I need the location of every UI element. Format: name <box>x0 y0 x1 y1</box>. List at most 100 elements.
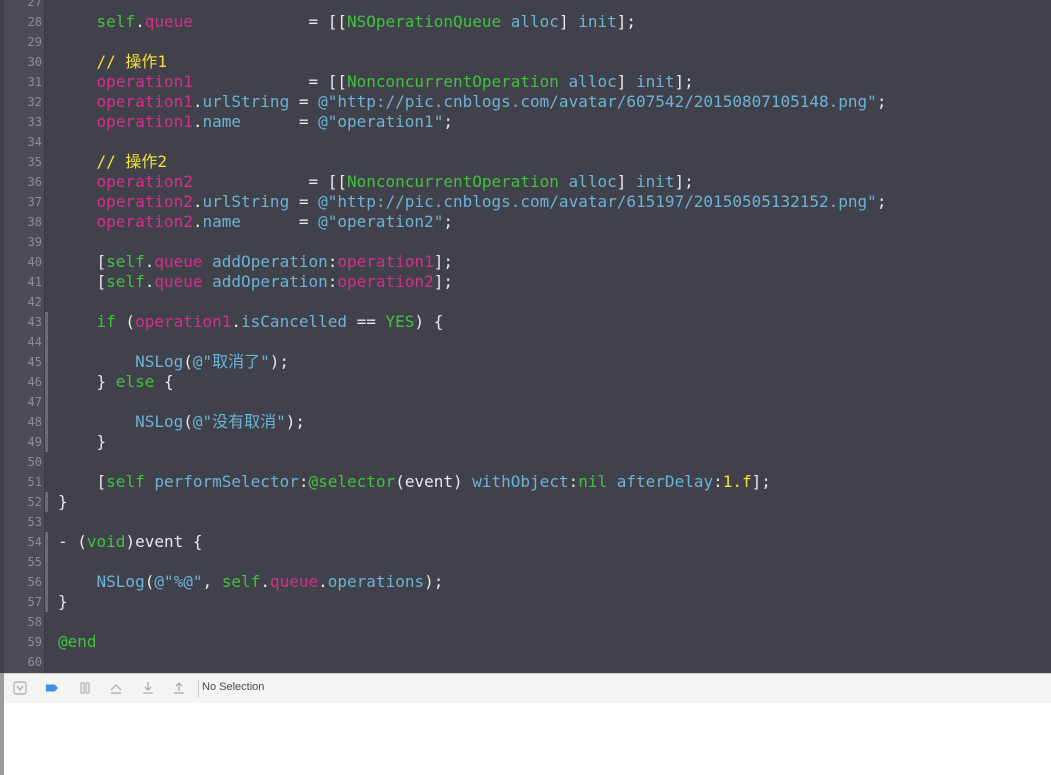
fold-ribbon-marker[interactable] <box>45 432 48 452</box>
code-line[interactable]: 48 NSLog(@"没有取消"); <box>4 412 1051 432</box>
code-line[interactable]: 46 } else { <box>4 372 1051 392</box>
fold-ribbon-marker[interactable] <box>45 352 48 372</box>
code-line[interactable]: 41 [self.queue addOperation:operation2]; <box>4 272 1051 292</box>
code-token: . <box>192 92 203 111</box>
code-line[interactable]: 27 <box>4 0 1051 12</box>
code-text: [self performSelector: @selector(event) w… <box>58 472 771 492</box>
code-text: // 操作2 <box>58 152 168 172</box>
code-token: operation1 <box>135 312 232 331</box>
code-line[interactable]: 58 <box>4 612 1051 632</box>
line-number: 35 <box>27 155 42 169</box>
code-text: NSLog(@"取消了"); <box>58 352 289 372</box>
fold-ribbon-marker[interactable] <box>45 332 48 352</box>
fold-ribbon-marker[interactable] <box>45 572 48 592</box>
code-text: @end <box>58 632 97 652</box>
code-line[interactable]: 52} <box>4 492 1051 512</box>
code-line[interactable]: 51 [self performSelector: @selector(event… <box>4 472 1051 492</box>
line-number: 41 <box>27 275 42 289</box>
selection-status-label: No Selection <box>202 681 265 693</box>
code-token: NSOperationQueue <box>347 12 502 31</box>
code-text: operation1 = [[NonconcurrentOperation al… <box>58 72 694 92</box>
code-token: : <box>568 472 579 491</box>
code-token: isCancelled <box>241 312 347 331</box>
code-token: else <box>115 372 155 391</box>
code-line[interactable]: 36 operation2 = [[NonconcurrentOperation… <box>4 172 1051 192</box>
code-token: NonconcurrentOperation <box>346 172 559 191</box>
code-line[interactable]: 45 NSLog(@"取消了"); <box>4 352 1051 372</box>
code-line[interactable]: 37 operation2.urlString = @"http://pic.c… <box>4 192 1051 212</box>
code-token: operation2 <box>96 192 193 211</box>
fold-ribbon-marker[interactable] <box>45 312 48 332</box>
line-number: 33 <box>27 115 42 129</box>
code-token: = <box>241 112 319 131</box>
line-number: 48 <box>27 415 42 429</box>
code-line[interactable]: 33 operation1.name = @"operation1"; <box>4 112 1051 132</box>
code-token: . <box>135 12 145 31</box>
code-line[interactable]: 32 operation1.urlString = @"http://pic.c… <box>4 92 1051 112</box>
code-line[interactable]: 40 [self.queue addOperation:operation1]; <box>4 252 1051 272</box>
code-token: self <box>96 12 136 31</box>
code-line[interactable]: 43 if (operation1.isCancelled == YES) { <box>4 312 1051 332</box>
code-line[interactable]: 55 <box>4 552 1051 572</box>
code-line[interactable]: 42 <box>4 292 1051 312</box>
code-line[interactable]: 57} <box>4 592 1051 612</box>
code-text: operation1.urlString = @"http://pic.cnbl… <box>58 92 887 112</box>
code-token: operation1 <box>337 252 434 271</box>
code-line[interactable]: 29 <box>4 32 1051 52</box>
fold-ribbon-marker[interactable] <box>45 552 48 572</box>
code-text: if (operation1.isCancelled == YES) { <box>58 312 444 332</box>
code-line[interactable]: 44 <box>4 332 1051 352</box>
code-line[interactable]: 31 operation1 = [[NonconcurrentOperation… <box>4 72 1051 92</box>
code-token: ; <box>443 112 453 131</box>
fold-ribbon-marker[interactable] <box>45 392 48 412</box>
fold-ribbon-marker[interactable] <box>45 492 48 512</box>
code-token: : <box>713 472 723 491</box>
code-line[interactable]: 54 - (void)event { <box>4 532 1051 552</box>
code-token: } <box>58 492 68 511</box>
code-line[interactable]: 34 <box>4 132 1051 152</box>
code-line[interactable]: 30 // 操作1 <box>4 52 1051 72</box>
line-number: 36 <box>27 175 42 189</box>
code-line[interactable]: 38 operation2.name = @"operation2"; <box>4 212 1051 232</box>
code-line[interactable]: 56 NSLog(@"%@", self.queue.operations); <box>4 572 1051 592</box>
code-token: ( <box>115 312 136 331</box>
code-token: alloc <box>568 72 617 91</box>
code-line[interactable]: 60 <box>4 652 1051 672</box>
line-number: 32 <box>27 95 42 109</box>
pause-icon[interactable] <box>78 681 92 695</box>
code-token: self <box>221 572 261 591</box>
hide-console-icon[interactable] <box>13 681 27 695</box>
code-line[interactable]: 35 // 操作2 <box>4 152 1051 172</box>
code-line[interactable]: 53 <box>4 512 1051 532</box>
code-token: ); <box>424 572 444 591</box>
code-editor[interactable]: 27 28 self.queue = [[NSOperationQueue all… <box>0 0 1051 673</box>
code-token: = <box>241 212 319 231</box>
breakpoints-icon[interactable] <box>45 681 59 695</box>
line-number: 52 <box>27 495 42 509</box>
code-text: self.queue = [[NSOperationQueue alloc] i… <box>58 12 636 32</box>
code-token: ]; <box>674 172 694 191</box>
code-token: @end <box>58 632 97 651</box>
code-line[interactable]: 47 <box>4 392 1051 412</box>
step-over-icon[interactable] <box>109 681 123 695</box>
step-out-icon[interactable] <box>172 681 186 695</box>
fold-ribbon-marker[interactable] <box>45 372 48 392</box>
code-line[interactable]: 59 @end <box>4 632 1051 652</box>
code-line[interactable]: 28 self.queue = [[NSOperationQueue alloc… <box>4 12 1051 32</box>
step-into-icon[interactable] <box>141 681 155 695</box>
toolbar-separator <box>198 680 199 697</box>
code-line[interactable]: 49 } <box>4 432 1051 452</box>
code-token: queue <box>144 12 193 31</box>
code-line[interactable]: 39 <box>4 232 1051 252</box>
fold-ribbon-marker[interactable] <box>45 592 48 612</box>
code-token: NSLog <box>96 572 145 591</box>
fold-ribbon-marker[interactable] <box>45 532 48 552</box>
fold-ribbon-marker[interactable] <box>45 412 48 432</box>
code-line[interactable]: 50 <box>4 452 1051 472</box>
debug-console-area[interactable] <box>4 703 1051 775</box>
